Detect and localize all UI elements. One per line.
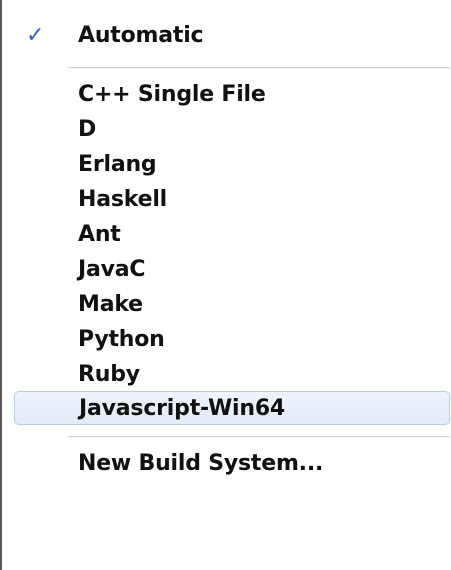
menu-item-label: Ruby xyxy=(78,361,140,387)
menu-item-erlang[interactable]: Erlang xyxy=(14,147,450,181)
menu-item-haskell[interactable]: Haskell xyxy=(14,182,450,216)
build-system-menu: ✓ Automatic C++ Single File D Erlang Has… xyxy=(0,0,451,570)
menu-item-label: D xyxy=(78,116,97,142)
menu-item-label: JavaC xyxy=(78,256,146,282)
menu-item-ruby[interactable]: Ruby xyxy=(14,357,450,391)
menu-item-label: Make xyxy=(78,291,143,317)
menu-separator xyxy=(68,436,450,438)
menu-item-make[interactable]: Make xyxy=(14,287,450,321)
menu-item-python[interactable]: Python xyxy=(14,322,450,356)
menu-item-label: Erlang xyxy=(78,151,157,177)
menu-item-d[interactable]: D xyxy=(14,112,450,146)
menu-item-new-build-system[interactable]: New Build System... xyxy=(14,446,450,480)
menu-item-javac[interactable]: JavaC xyxy=(14,252,450,286)
menu-separator xyxy=(68,67,450,69)
menu-item-label: Python xyxy=(78,326,165,352)
menu-item-label: Haskell xyxy=(78,186,167,212)
menu-item-label: C++ Single File xyxy=(78,81,266,107)
menu-item-cpp-single-file[interactable]: C++ Single File xyxy=(14,77,450,111)
menu-item-label: Automatic xyxy=(78,22,204,48)
menu-item-label: New Build System... xyxy=(78,450,324,476)
menu-item-automatic[interactable]: ✓ Automatic xyxy=(14,18,450,52)
menu-item-label: Ant xyxy=(78,221,121,247)
menu-item-javascript-win64[interactable]: Javascript-Win64 xyxy=(14,391,450,425)
menu-item-label: Javascript-Win64 xyxy=(79,395,286,421)
menu-item-ant[interactable]: Ant xyxy=(14,217,450,251)
checkmark-icon: ✓ xyxy=(26,22,45,48)
